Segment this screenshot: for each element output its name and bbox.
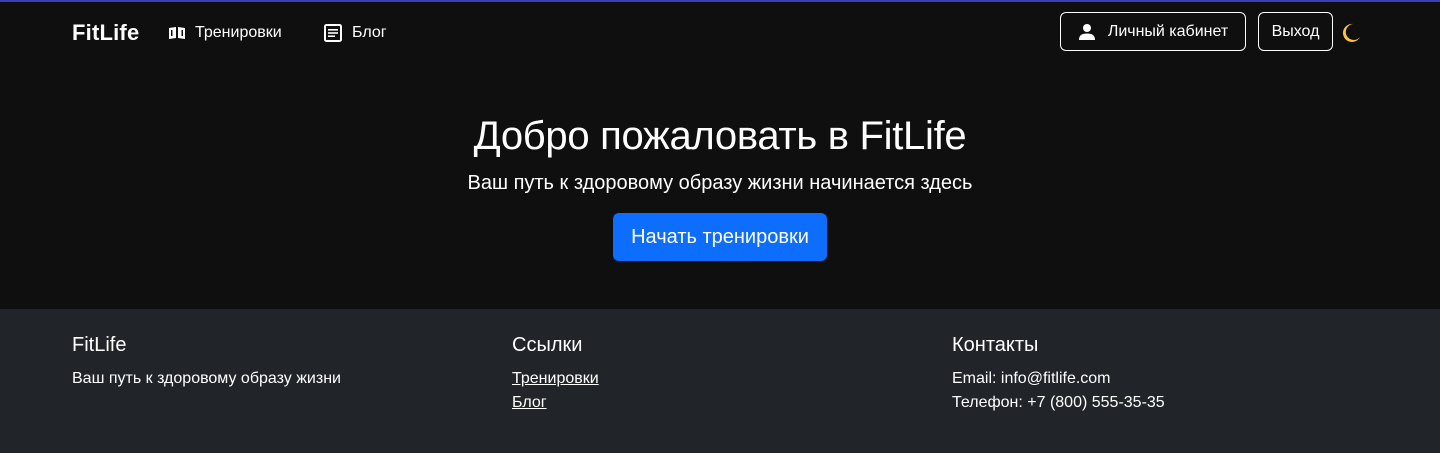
nav-link-label: Блог bbox=[352, 24, 387, 41]
footer-brand-heading: FitLife bbox=[72, 334, 127, 356]
nav-link-label: Тренировки bbox=[195, 24, 282, 41]
logout-button[interactable]: Выход bbox=[1258, 12, 1333, 51]
account-button[interactable]: Личный кабинет bbox=[1060, 12, 1246, 51]
hero-title: Добро пожаловать в FitLife bbox=[473, 114, 967, 158]
contact-phone: Телефон: +7 (800) 555-35-35 bbox=[952, 394, 1165, 411]
footer-contacts-column: Контакты Email: info@fitlife.com Телефон… bbox=[952, 333, 1165, 415]
footer: FitLife Ваш путь к здоровому образу жизн… bbox=[0, 309, 1440, 453]
footer-links-heading: Ссылки bbox=[512, 334, 583, 356]
footer-link-trainings[interactable]: Тренировки bbox=[512, 367, 599, 391]
brand-logo[interactable]: FitLife bbox=[72, 20, 139, 46]
moon-icon bbox=[1340, 22, 1362, 44]
footer-tagline: Ваш путь к здоровому образу жизни bbox=[72, 370, 341, 387]
contact-email: Email: info@fitlife.com bbox=[952, 370, 1111, 387]
navbar: FitLife Тренировки Блог Личный кабинет В… bbox=[0, 2, 1440, 64]
nav-link-blog[interactable]: Блог bbox=[323, 20, 387, 46]
footer-brand-column: FitLife Ваш путь к здоровому образу жизн… bbox=[72, 333, 341, 391]
nav-link-trainings[interactable]: Тренировки bbox=[168, 20, 282, 46]
theme-toggle[interactable] bbox=[1340, 22, 1362, 44]
hero-subtitle: Ваш путь к здоровому образу жизни начина… bbox=[467, 172, 973, 194]
book-open-icon bbox=[168, 26, 186, 40]
user-icon bbox=[1078, 23, 1096, 41]
start-training-button[interactable]: Начать тренировки bbox=[613, 213, 827, 261]
footer-links-column: Ссылки Тренировки Блог bbox=[512, 333, 599, 415]
footer-contacts-heading: Контакты bbox=[952, 334, 1039, 356]
article-icon bbox=[323, 23, 343, 43]
footer-link-blog[interactable]: Блог bbox=[512, 391, 599, 415]
hero-section: Добро пожаловать в FitLife Ваш путь к зд… bbox=[0, 64, 1440, 309]
page: FitLife Тренировки Блог Личный кабинет В… bbox=[0, 0, 1440, 453]
account-button-label: Личный кабинет bbox=[1107, 22, 1229, 40]
